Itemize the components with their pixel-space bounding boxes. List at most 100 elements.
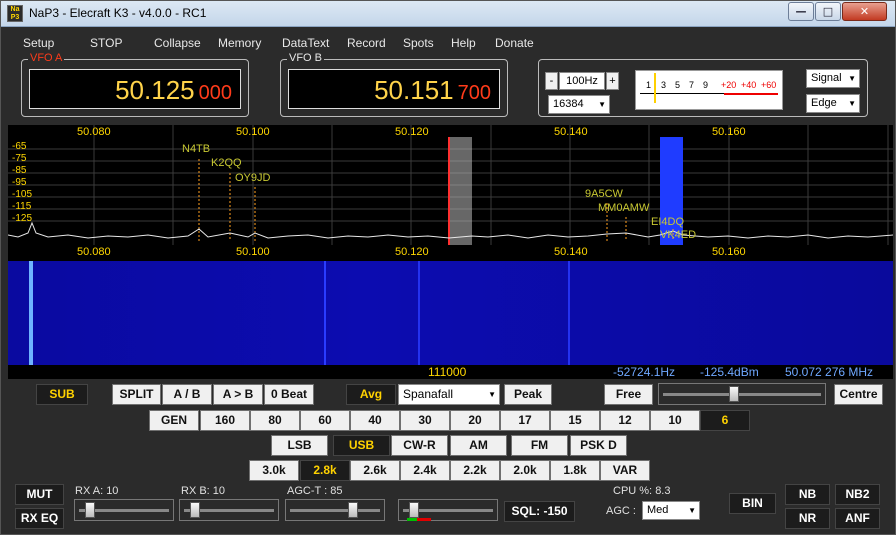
nb-button[interactable]: NB [785,484,830,505]
a-b-swap-button[interactable]: A / B [162,384,212,405]
mode-cw-r-button[interactable]: CW-R [391,435,448,456]
band-10-button[interactable]: 10 [650,410,700,431]
nr-button[interactable]: NR [785,508,830,529]
mode-usb-button[interactable]: USB [333,435,390,456]
band-20-button[interactable]: 20 [450,410,500,431]
menu-bar: Setup STOP Collapse Memory DataText Reco… [1,28,895,56]
rx-a-value: 10 [106,485,119,497]
span-decrease-button[interactable]: - [545,72,558,90]
menu-datatext[interactable]: DataText [282,36,329,50]
db-label: -115 [12,201,32,212]
band-40-button[interactable]: 40 [350,410,400,431]
spot-label[interactable]: K2QQ [211,157,242,169]
fft-size-select[interactable]: 16384 ▼ [548,95,610,114]
spot-label[interactable]: OY9JD [235,172,270,184]
avg-button[interactable]: Avg [346,384,396,405]
maximize-button[interactable]: □ [815,2,841,21]
meter-scale-1: 1 [646,80,652,90]
filter-2-4k-button[interactable]: 2.4k [400,460,450,481]
anf-button[interactable]: ANF [835,508,880,529]
display-mode-select[interactable]: Spanafall ▼ [398,384,500,405]
nb2-button[interactable]: NB2 [835,484,880,505]
menu-spots[interactable]: Spots [403,36,434,50]
menu-stop[interactable]: STOP [90,36,122,50]
free-button[interactable]: Free [604,384,653,405]
tuning-slider[interactable] [658,383,826,405]
span-increase-button[interactable]: + [606,72,619,90]
vfo-b-subhz: 700 [457,82,491,104]
db-label: -95 [12,177,27,188]
filter-3-0k-button[interactable]: 3.0k [249,460,299,481]
spot-label[interactable]: MM0AMW [598,202,649,214]
mode-am-button[interactable]: AM [450,435,507,456]
menu-record[interactable]: Record [347,36,386,50]
span-value[interactable]: 100Hz [559,72,605,90]
a-to-b-button[interactable]: A > B [213,384,263,405]
slider-thumb[interactable] [190,502,200,518]
agc-t-label-text: AGC-T : [287,485,328,497]
mode-lsb-button[interactable]: LSB [271,435,328,456]
filter-2-6k-button[interactable]: 2.6k [350,460,400,481]
spot-label[interactable]: EI4DQ [651,216,684,228]
squelch-value[interactable]: SQL: -150 [504,501,575,522]
freq-scale-label: 50.100 [236,126,270,138]
centre-button[interactable]: Centre [834,384,883,405]
agc-t-slider[interactable] [285,499,385,521]
spot-label[interactable]: N4TB [182,143,210,155]
spectrum-display[interactable]: -65 -75 -85 -95 -105 -115 -125 50.080 50… [8,125,893,245]
vfo-b-display[interactable]: 50.151 700 [288,69,500,109]
menu-setup[interactable]: Setup [23,36,54,50]
sub-button[interactable]: SUB [36,384,88,405]
band-60-button[interactable]: 60 [300,410,350,431]
bin-button[interactable]: BIN [729,493,776,514]
band-80-button[interactable]: 80 [250,410,300,431]
filter-var-button[interactable]: VAR [600,460,650,481]
cpu-usage: CPU %: 8.3 [613,485,670,497]
spot-label[interactable]: 9A5CW [585,188,623,200]
rx-a-gain-slider[interactable] [74,499,174,521]
freq-scale-label: 50.100 [236,246,270,258]
cpu-value: 8.3 [655,485,671,497]
close-button[interactable]: ✕ [842,2,887,21]
menu-memory[interactable]: Memory [218,36,261,50]
filter-1-8k-button[interactable]: 1.8k [550,460,600,481]
band-6-button[interactable]: 6 [700,410,750,431]
filter-2-8k-button[interactable]: 2.8k [300,460,350,481]
filter-2-2k-button[interactable]: 2.2k [450,460,500,481]
minimize-button[interactable]: — [788,2,814,21]
zero-beat-button[interactable]: 0 Beat [264,384,314,405]
slider-thumb[interactable] [348,502,358,518]
vfo-a-display[interactable]: 50.125 000 [29,69,241,109]
rx-eq-button[interactable]: RX EQ [15,508,64,529]
vfo-b-frequency: 50.151 [374,75,454,105]
slider-thumb[interactable] [729,386,739,402]
band-30-button[interactable]: 30 [400,410,450,431]
menu-help[interactable]: Help [451,36,476,50]
signal-select[interactable]: Signal ▼ [806,69,860,88]
band-gen-button[interactable]: GEN [149,410,199,431]
spectrum-graph [8,125,893,245]
slider-thumb[interactable] [409,502,419,518]
band-160-button[interactable]: 160 [200,410,250,431]
mode-fm-button[interactable]: FM [511,435,568,456]
vfo-a-frequency: 50.125 [115,75,195,105]
agc-select[interactable]: Med ▼ [642,501,700,520]
mute-button[interactable]: MUT [15,484,64,505]
waterfall-signal-trace [568,261,570,366]
slider-thumb[interactable] [85,502,95,518]
waterfall-display[interactable] [8,261,893,366]
band-12-button[interactable]: 12 [600,410,650,431]
mode-psk-d-button[interactable]: PSK D [570,435,627,456]
rx-b-label: RX B: 10 [181,485,225,497]
squelch-slider[interactable] [398,499,498,521]
rx-b-gain-slider[interactable] [179,499,279,521]
menu-collapse[interactable]: Collapse [154,36,201,50]
split-button[interactable]: SPLIT [112,384,161,405]
edge-select[interactable]: Edge ▼ [806,94,860,113]
menu-donate[interactable]: Donate [495,36,534,50]
peak-button[interactable]: Peak [504,384,552,405]
filter-2-0k-button[interactable]: 2.0k [500,460,550,481]
band-17-button[interactable]: 17 [500,410,550,431]
spot-label[interactable]: VK4ED [660,229,696,241]
band-15-button[interactable]: 15 [550,410,600,431]
